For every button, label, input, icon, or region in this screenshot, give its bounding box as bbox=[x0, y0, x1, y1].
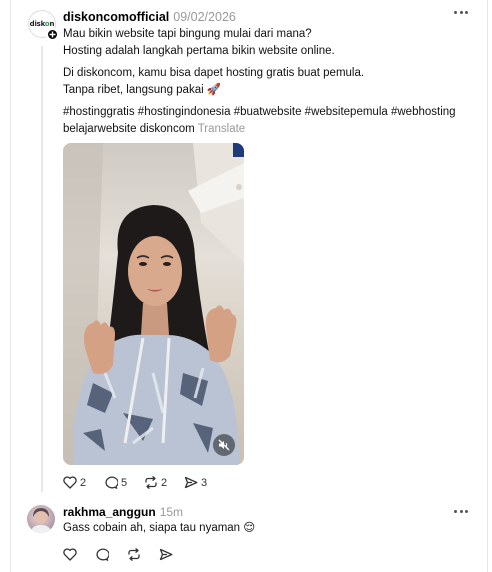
post-paragraph-1: Mau bikin website tapi bingung mulai dar… bbox=[63, 26, 483, 59]
repost-count: 2 bbox=[161, 476, 168, 489]
post-date[interactable]: 09/02/2026 bbox=[173, 10, 236, 24]
reply-more-options-icon[interactable] bbox=[454, 510, 468, 514]
comment-count: 5 bbox=[121, 476, 128, 489]
avatar[interactable]: diskon bbox=[28, 10, 59, 41]
post-paragraph-2: Di diskoncom, kamu bisa dapet hosting gr… bbox=[63, 65, 483, 98]
reply-text: Gass cobain ah, siapa tau nyaman 😌 bbox=[63, 522, 256, 534]
post-line: Mau bikin website tapi bingung mulai dar… bbox=[63, 28, 312, 40]
reply-like-button[interactable] bbox=[63, 548, 77, 561]
comment-bubble-icon bbox=[105, 476, 118, 489]
reply-avatar[interactable] bbox=[27, 505, 55, 533]
send-icon bbox=[159, 548, 173, 561]
comment-button[interactable]: 5 bbox=[104, 476, 127, 489]
like-count: 2 bbox=[80, 476, 87, 489]
share-button[interactable]: 3 bbox=[184, 476, 207, 489]
like-button[interactable]: 2 bbox=[63, 476, 86, 489]
reply-time[interactable]: 15m bbox=[160, 505, 183, 519]
post-hashtags: #hostinggratis #hostingindonesia #buatwe… bbox=[63, 104, 483, 137]
thread-connector-line bbox=[41, 46, 43, 492]
comment-bubble-icon bbox=[96, 548, 109, 561]
translate-link[interactable]: Translate bbox=[198, 123, 246, 135]
reply-repost-button[interactable] bbox=[127, 548, 141, 561]
reply-username[interactable]: rakhma_anggun bbox=[63, 505, 156, 519]
diskon-logo: diskon bbox=[29, 20, 55, 28]
post-username[interactable]: diskoncomofficial bbox=[63, 10, 169, 24]
post-header: diskoncomofficial 09/02/2026 bbox=[63, 9, 236, 25]
post-line: Tanpa ribet, langsung pakai 🚀 bbox=[63, 83, 222, 96]
send-icon bbox=[184, 476, 198, 489]
reply-header: rakhma_anggun 15m bbox=[63, 504, 183, 520]
repost-button[interactable]: 2 bbox=[144, 476, 167, 489]
repost-icon bbox=[145, 476, 157, 489]
reply-share-button[interactable] bbox=[159, 548, 173, 561]
hashtag-line[interactable]: #hostinggratis #hostingindonesia #buatwe… bbox=[63, 104, 483, 121]
reply-comment-button[interactable] bbox=[95, 548, 109, 561]
post-line: Hosting adalah langkah pertama bikin web… bbox=[63, 44, 335, 57]
share-count: 3 bbox=[201, 476, 208, 489]
more-options-icon[interactable] bbox=[454, 11, 468, 15]
follow-plus-icon[interactable] bbox=[46, 28, 59, 41]
post-line: Di diskoncom, kamu bisa dapet hosting gr… bbox=[63, 67, 365, 79]
reply-avatar-image bbox=[30, 508, 52, 533]
speaker-muted-icon[interactable] bbox=[213, 434, 235, 456]
hashtag-line[interactable]: belajarwebsite diskoncom bbox=[63, 123, 195, 135]
repost-icon bbox=[128, 548, 140, 561]
video-frame-image bbox=[63, 143, 244, 465]
heart-icon bbox=[63, 548, 77, 561]
post-video[interactable] bbox=[63, 143, 244, 465]
heart-icon bbox=[63, 476, 77, 489]
